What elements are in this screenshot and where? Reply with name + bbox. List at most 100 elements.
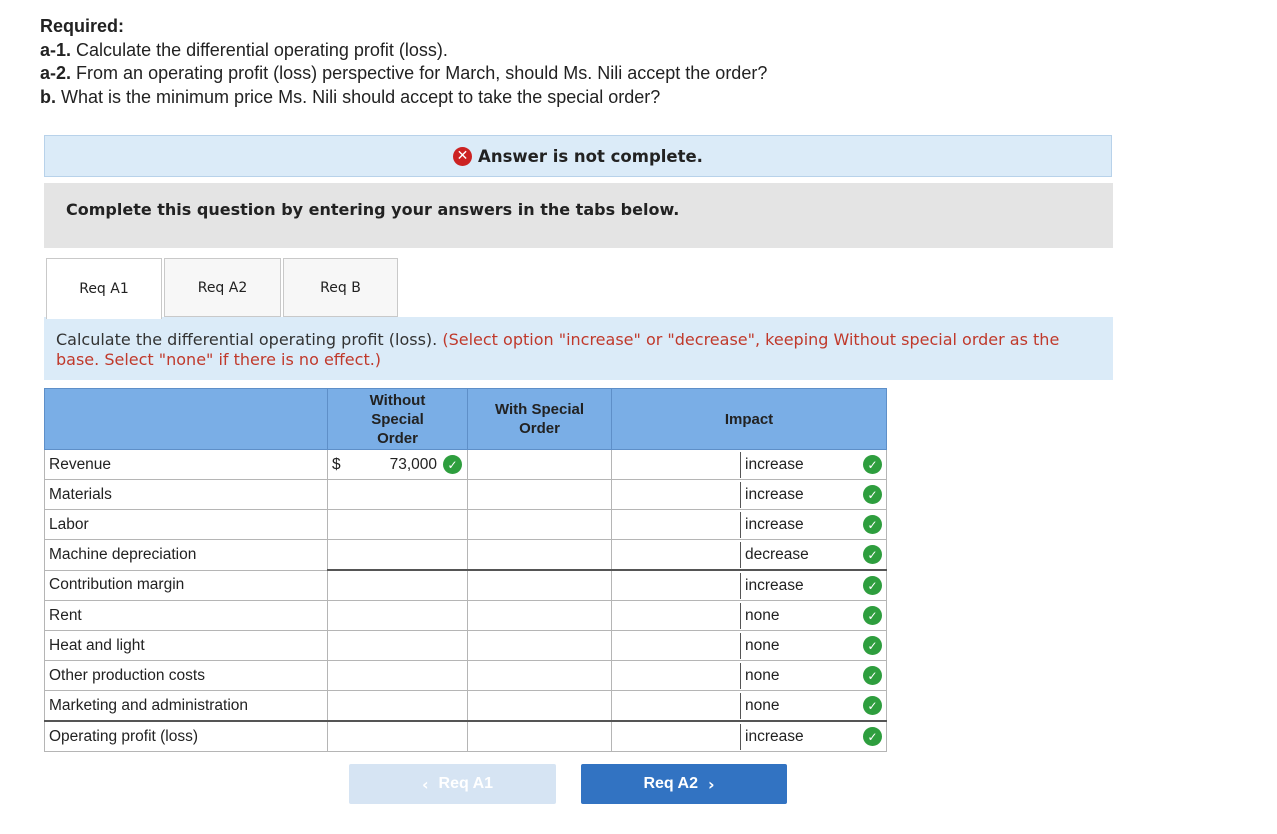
table-row-machine-depreciation: Machine depreciation decrease ✓ xyxy=(44,539,887,571)
with-special-order-input[interactable] xyxy=(467,509,612,540)
with-special-order-input[interactable] xyxy=(467,660,612,691)
impact-select[interactable]: increase ✓ xyxy=(611,509,887,540)
check-icon: ✓ xyxy=(863,666,882,685)
required-item-b: b. What is the minimum price Ms. Nili sh… xyxy=(40,86,661,107)
with-special-order-input[interactable] xyxy=(467,539,612,571)
prev-tab-button[interactable]: ‹ Req A1 xyxy=(349,764,556,804)
instruction-banner: Complete this question by entering your … xyxy=(44,183,1113,248)
table-row-materials: Materials increase ✓ xyxy=(44,479,887,510)
row-label: Contribution margin xyxy=(44,569,328,601)
table-row-revenue: Revenue $ 73,000 ✓ increase ✓ xyxy=(44,449,887,480)
impact-select[interactable]: increase ✓ xyxy=(611,479,887,510)
header-label xyxy=(44,388,328,450)
with-special-order-input[interactable] xyxy=(467,720,612,752)
chevron-right-icon: › xyxy=(707,774,715,794)
with-special-order-input[interactable] xyxy=(467,600,612,631)
table-row-labor: Labor increase ✓ xyxy=(44,509,887,540)
without-special-order-input[interactable] xyxy=(327,690,468,722)
row-label: Rent xyxy=(44,600,328,631)
impact-value: none xyxy=(740,663,881,689)
table-row-rent: Rent none ✓ xyxy=(44,600,887,631)
impact-select[interactable]: increase ✓ xyxy=(611,720,887,752)
without-special-order-input[interactable] xyxy=(327,660,468,691)
impact-value: none xyxy=(740,603,881,629)
table-row-operating-profit: Operating profit (loss) increase ✓ xyxy=(44,720,887,752)
required-section: Required: a-1. Calculate the differentia… xyxy=(40,15,767,109)
impact-select[interactable]: increase ✓ xyxy=(611,569,887,601)
without-special-order-input[interactable] xyxy=(327,479,468,510)
prev-tab-label: Req A1 xyxy=(438,775,494,792)
check-icon: ✓ xyxy=(443,455,462,474)
impact-value: decrease xyxy=(740,542,881,568)
with-special-order-input[interactable] xyxy=(467,630,612,661)
without-special-order-input[interactable] xyxy=(327,600,468,631)
required-heading: Required: xyxy=(40,16,125,36)
next-tab-button[interactable]: Req A2 › xyxy=(581,764,787,804)
answer-status-banner: ✕ Answer is not complete. xyxy=(44,135,1112,177)
impact-value: increase xyxy=(740,482,881,508)
row-label: Other production costs xyxy=(44,660,328,691)
dollar-sign: $ xyxy=(332,455,341,473)
impact-value: increase xyxy=(740,452,881,478)
tab-req-b[interactable]: Req B xyxy=(283,258,398,317)
row-label: Labor xyxy=(44,509,328,540)
table-row-other-production-costs: Other production costs none ✓ xyxy=(44,660,887,691)
table-row-contribution-margin: Contribution margin increase ✓ xyxy=(44,569,887,601)
next-tab-label: Req A2 xyxy=(643,775,698,792)
without-special-order-input[interactable] xyxy=(327,720,468,752)
table-header-row: Without Special Order With Special Order… xyxy=(44,388,887,450)
answer-status-text: Answer is not complete. xyxy=(478,146,703,166)
check-icon: ✓ xyxy=(863,455,882,474)
row-label: Revenue xyxy=(44,449,328,480)
impact-value: increase xyxy=(740,724,881,750)
question-prompt: Calculate the differential operating pro… xyxy=(44,317,1113,380)
question-main: Calculate the differential operating pro… xyxy=(56,330,438,349)
row-label: Marketing and administration xyxy=(44,690,328,722)
check-icon: ✓ xyxy=(863,727,882,746)
row-label: Materials xyxy=(44,479,328,510)
impact-value: increase xyxy=(740,573,881,599)
required-item-a2: a-2. From an operating profit (loss) per… xyxy=(40,63,768,83)
impact-select[interactable]: increase ✓ xyxy=(611,449,887,480)
header-without-special-order: Without Special Order xyxy=(327,388,468,450)
check-icon: ✓ xyxy=(863,515,882,534)
check-icon: ✓ xyxy=(863,606,882,625)
tab-req-a1[interactable]: Req A1 xyxy=(46,258,162,319)
without-special-order-input[interactable] xyxy=(327,509,468,540)
check-icon: ✓ xyxy=(863,636,882,655)
row-label: Machine depreciation xyxy=(44,539,328,571)
check-icon: ✓ xyxy=(863,576,882,595)
impact-select[interactable]: decrease ✓ xyxy=(611,539,887,571)
impact-select[interactable]: none ✓ xyxy=(611,600,887,631)
row-label: Heat and light xyxy=(44,630,328,661)
differential-analysis-table: Without Special Order With Special Order… xyxy=(44,388,887,752)
check-icon: ✓ xyxy=(863,485,882,504)
row-label: Operating profit (loss) xyxy=(44,720,328,752)
header-impact: Impact xyxy=(611,388,887,450)
without-value: 73,000 xyxy=(389,455,437,473)
impact-value: increase xyxy=(740,512,881,538)
with-special-order-input[interactable] xyxy=(467,690,612,722)
with-special-order-input[interactable] xyxy=(467,569,612,601)
impact-select[interactable]: none ✓ xyxy=(611,660,887,691)
with-special-order-input[interactable] xyxy=(467,449,612,480)
without-special-order-input[interactable] xyxy=(327,630,468,661)
table-row-marketing-and-administration: Marketing and administration none ✓ xyxy=(44,690,887,722)
impact-value: none xyxy=(740,693,881,719)
x-circle-icon: ✕ xyxy=(453,146,473,166)
check-icon: ✓ xyxy=(863,696,882,715)
with-special-order-input[interactable] xyxy=(467,479,612,510)
instruction-text: Complete this question by entering your … xyxy=(66,200,680,219)
table-row-heat-and-light: Heat and light none ✓ xyxy=(44,630,887,661)
without-special-order-input[interactable] xyxy=(327,569,468,601)
header-with-special-order: With Special Order xyxy=(467,388,612,450)
chevron-left-icon: ‹ xyxy=(421,774,429,794)
tab-req-a2[interactable]: Req A2 xyxy=(164,258,281,317)
impact-select[interactable]: none ✓ xyxy=(611,690,887,722)
without-special-order-input[interactable]: $ 73,000 ✓ xyxy=(327,449,468,480)
without-special-order-input[interactable] xyxy=(327,539,468,571)
required-item-a1: a-1. Calculate the differential operatin… xyxy=(40,39,448,60)
impact-select[interactable]: none ✓ xyxy=(611,630,887,661)
impact-value: none xyxy=(740,633,881,659)
check-icon: ✓ xyxy=(863,545,882,564)
